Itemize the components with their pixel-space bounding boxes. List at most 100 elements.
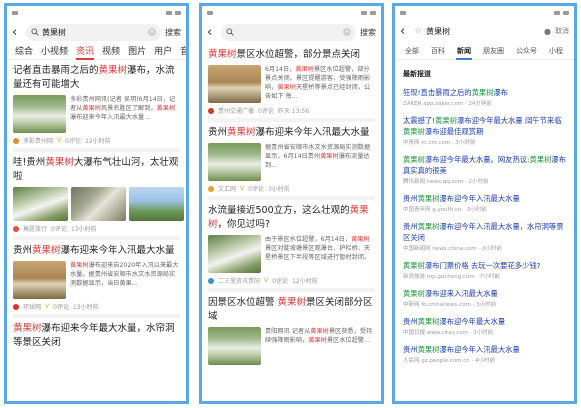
verified-badge: V — [45, 303, 50, 310]
news-meta: 多彩贵州网 V 0评论 22小时前 — [13, 136, 180, 145]
news-title[interactable]: 水流量接近500立方，这么壮观的黄果树，你见过吗? — [208, 204, 375, 232]
back-arrow-icon[interactable]: ‹ — [400, 25, 410, 38]
verified-badge: V — [264, 277, 269, 284]
tab-4[interactable]: 图片 — [124, 44, 150, 60]
tab-0[interactable]: 综合 — [11, 44, 37, 60]
keyword-highlight: 黄果树 — [227, 127, 256, 138]
news-title[interactable]: 黄果树瀑布迎来入汛最大水量 — [403, 288, 566, 299]
news-item[interactable]: 贵州黄果树瀑布迎今年入汛最大水量 人民网 gz.people.com.cn · 4… — [395, 340, 574, 368]
category-tabs: 综合 小视频 资讯 视频 图片 用户音 — [7, 44, 186, 60]
news-card[interactable]: 记者直击暴雨之后的黄果树瀑布，水流量还有可能增大 多彩贵州网讯(记者 吴玥)6月… — [13, 60, 180, 152]
news-title[interactable]: 太震撼了!黄果树瀑布迎今年最大水量 阔午节来临黄果树瀑布迎最佳观赏期 — [403, 115, 566, 137]
search-icon — [31, 28, 39, 36]
keyword-highlight: 黄果树 — [417, 345, 440, 354]
news-time: 3小时前 — [267, 186, 290, 193]
back-arrow-icon[interactable]: ‹ — [12, 26, 22, 39]
star-icon[interactable]: ☆ — [414, 26, 422, 36]
text-segment: 贵州 — [403, 317, 418, 326]
comment-count: 0评论 — [248, 186, 264, 193]
search-button[interactable]: 搜索 — [165, 27, 181, 38]
keyword-highlight: 黄果树 — [471, 88, 494, 97]
keyword-highlight: 黄果树 — [70, 262, 89, 269]
news-meta: 文汇网 V 0评论 3小时前 — [208, 184, 375, 193]
microphone-icon[interactable]: ● — [544, 27, 551, 36]
keyword-highlight: 黄果树 — [13, 323, 42, 334]
news-title[interactable]: 贵州黄果树瀑布迎今年入汛最大水量 — [403, 344, 566, 355]
news-title[interactable]: 黄果树景区水位超警，部分景点关闭 — [208, 48, 375, 62]
text-segment: 瀑布 — [493, 88, 509, 97]
status-icons — [554, 11, 569, 15]
news-card[interactable]: 贵州黄果树瀑布迎来今年入汛最大水量 据贵州省安顺市水文水资源局实测数据显示，6月… — [208, 122, 375, 200]
news-card[interactable]: 黄果树景区水位超警，部分景点关闭 6月14日，黄果树景区水位超警，部分景点关闭。… — [208, 44, 375, 122]
news-card[interactable]: 贵州黄果树瀑布迎来今年入汛最大水量 黄果树瀑布迎来自2020年入汛以来最大水量。… — [13, 240, 180, 318]
search-icon — [226, 28, 234, 36]
news-title[interactable]: 贵州黄果树瀑布迎今年最大水量 — [403, 316, 566, 327]
tab-4[interactable]: 公众号 — [510, 42, 543, 60]
news-feed: 黄果树景区水位超警，部分景点关闭 6月14日，黄果树景区水位超警，部分景点关闭。… — [202, 44, 381, 368]
news-title[interactable]: 哇!贵州黄果树大瀑布气壮山河，太壮观啦 — [13, 156, 180, 184]
news-item[interactable]: 黄果树瀑布迎来入汛最大水量 中新网 fo.chinanews.com · 3小时前 — [395, 284, 574, 312]
search-query[interactable]: 黄果树 — [426, 26, 540, 37]
signal-icon — [207, 10, 213, 17]
text-segment: 记者直击暴雨之后的 — [13, 65, 99, 76]
news-item[interactable]: 太震撼了!黄果树瀑布迎今年最大水量 阔午节来临黄果树瀑布迎最佳观赏期 中青网 m.… — [395, 111, 574, 150]
tab-3[interactable]: 朋友圈 — [477, 42, 510, 60]
news-item[interactable]: 贵州黄果树瀑布迎今年最大水量 中国日报 www.citav.com · 3小时前 — [395, 312, 574, 340]
news-thumbnail — [71, 187, 126, 221]
search-header: ‹ ☆ 黄果树 ● 取消 — [395, 20, 574, 42]
news-title[interactable]: 黄果树瀑布门票价格 去玩一次要花多少钱? — [403, 260, 566, 271]
news-thumbnail — [129, 187, 184, 221]
news-title[interactable]: 黄果树瀑布迎今年最大水量。网友热议:黄果树瀑布真实真的很美 — [403, 154, 566, 176]
news-item[interactable]: 狂现!直击暴雨之后的黄果树瀑布 ZAKER app.zaker.com · 24分… — [395, 83, 574, 111]
news-time: 12小时前 — [291, 278, 318, 285]
keyword-highlight: 黄果树 — [82, 105, 101, 112]
news-card[interactable]: 黄果树瀑布迎来今年最大水量，水帘洞等景区关闭 — [13, 318, 180, 353]
back-arrow-icon[interactable]: ‹ — [207, 26, 217, 39]
news-item[interactable]: 贵州黄果树瀑布迎今年入汛最大水量，水帘洞等景区关闭 中国新闻网 news.chin… — [395, 217, 574, 256]
news-card[interactable]: 因景区水位超警 黄果树景区关闭部分区域 贵阳网讯 记者从黄果树景区获悉，受持续强… — [208, 292, 375, 368]
news-item[interactable]: 黄果树瀑布迎今年最大水量。网友热议:黄果树瀑布真实真的很美 腾讯新闻 news.q… — [395, 150, 574, 189]
search-input[interactable]: × — [221, 23, 356, 41]
source-logo-icon — [208, 107, 214, 114]
tab-5[interactable]: 用户 — [150, 44, 176, 60]
keyword-highlight: 黄果树 — [403, 289, 425, 298]
news-title[interactable]: 黄果树瀑布迎来今年最大水量，水帘洞等景区关闭 — [13, 322, 180, 350]
news-title[interactable]: 贵州黄果树瀑布迎来今年入汛最大水量 — [13, 244, 180, 258]
news-title[interactable]: 贵州黄果树瀑布迎今年入汛最大水量，水帘洞等景区关闭 — [403, 221, 566, 243]
status-icons — [361, 11, 376, 15]
search-query[interactable]: 黄果树 — [42, 27, 145, 38]
status-icons — [166, 11, 181, 15]
text-segment: 景区水位超警... — [326, 337, 370, 344]
news-title[interactable]: 狂现!直击暴雨之后的黄果树瀑布 — [403, 87, 566, 98]
news-thumbnail — [208, 327, 261, 365]
wifi-icon — [361, 11, 367, 15]
text-segment: 6月14日， — [265, 66, 296, 73]
tab-2[interactable]: 新闻 — [451, 42, 477, 60]
news-title[interactable]: 因景区水位超警 黄果树景区关闭部分区域 — [208, 296, 375, 324]
clear-icon[interactable]: × — [148, 28, 156, 36]
search-input[interactable]: 黄果树 × — [26, 23, 161, 41]
tab-3[interactable]: 视频 — [98, 44, 124, 60]
text-segment: ，你见过吗? — [217, 219, 271, 230]
news-card[interactable]: 水流量接近500立方，这么壮观的黄果树，你见过吗? 由于景区水位超警，6月14日… — [208, 200, 375, 292]
tab-1[interactable]: 小视频 — [37, 44, 72, 60]
news-snippet: 黄果树瀑布迎来自2020年入汛以来最大水量。据贵州省安顺市水文水资源局实测数据显… — [70, 261, 180, 297]
news-item[interactable]: 贵州黄果树瀑布迎今年入汛最大水量 中国青年网 q.youth.cn · 3小时前 — [395, 189, 574, 217]
clear-icon[interactable]: × — [343, 28, 351, 36]
news-title[interactable]: 贵州黄果树瀑布迎今年入汛最大水量 — [403, 193, 566, 204]
news-title[interactable]: 贵州黄果树瀑布迎来今年入汛最大水量 — [208, 126, 375, 140]
panel-wechat-search: ‹ ☆ 黄果树 ● 取消 全部 百科 新闻 朋友圈 公众号 小程 最新报道 狂现!直击暴雨… — [392, 3, 577, 404]
tab-6[interactable]: 音 — [176, 44, 186, 60]
tab-1[interactable]: 百科 — [425, 42, 451, 60]
search-button[interactable]: 搜索 — [360, 27, 376, 38]
news-item[interactable]: 黄果树瀑布门票价格 去玩一次要花多少钱? 新浪旅游 mp.gucheng.com … — [395, 256, 574, 284]
keyword-highlight: 黄果树 — [417, 222, 440, 231]
news-title[interactable]: 记者直击暴雨之后的黄果树瀑布，水流量还有可能增大 — [13, 64, 180, 92]
cancel-button[interactable]: 取消 — [555, 26, 569, 36]
tab-0[interactable]: 全部 — [399, 42, 425, 60]
news-card[interactable]: 哇!贵州黄果树大瀑布气壮山河，太壮观啦 莫愿旅行 0评论 13小时前 — [13, 152, 184, 240]
text-segment: 风景名胜区了解到， — [100, 105, 157, 112]
tab-5[interactable]: 小程 — [543, 42, 569, 60]
text-segment: 因景区水位超警 — [208, 297, 278, 308]
tab-2[interactable]: 资讯 — [72, 44, 98, 60]
